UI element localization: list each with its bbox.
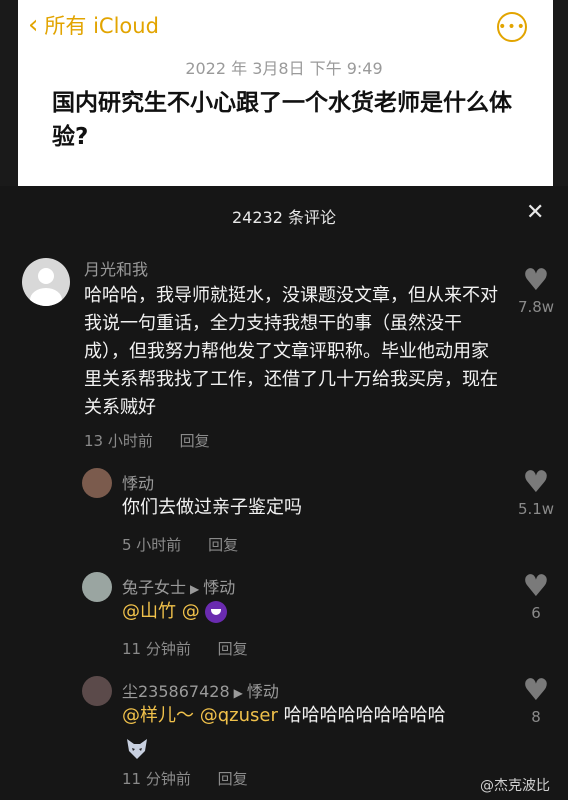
comments-panel: 24232 条评论 ✕ 月光和我 哈哈哈，我导师就挺水，没课题没文章，但从来不对… <box>0 188 568 800</box>
comment-text: 哈哈哈，我导师就挺水，没课题没文章，但从来不对我说一句重话，全力支持我想干的事（… <box>84 285 498 418</box>
chevron-left-icon: ‹ <box>28 10 39 40</box>
reply-author[interactable]: 尘235867428 <box>122 682 230 701</box>
avatar[interactable] <box>82 468 112 498</box>
back-button[interactable]: ‹ 所有 iCloud <box>28 10 159 40</box>
avatar[interactable] <box>22 258 70 306</box>
comment-author[interactable]: 月光和我 <box>84 256 148 280</box>
reply-author-line: 兔子女士 ▶ 悸动 <box>122 574 235 598</box>
mention-link[interactable]: @样儿～ <box>122 705 194 726</box>
heart-icon: ♥ <box>522 673 550 708</box>
reply-button[interactable]: 回复 <box>218 770 248 788</box>
reply-target[interactable]: 悸动 <box>247 682 279 701</box>
reply-time: 11 分钟前 <box>122 770 191 788</box>
like-button[interactable]: ♥ 7.8w <box>508 263 564 317</box>
reply-button[interactable]: 回复 <box>218 640 248 658</box>
back-label: 所有 iCloud <box>44 14 159 38</box>
reply-text: @样儿～ @qzuser 哈哈哈哈哈哈哈哈哈 <box>122 702 446 730</box>
reply-author-line: 尘235867428 ▶ 悸动 <box>122 678 279 702</box>
comment-time: 13 小时前 <box>84 432 153 450</box>
like-button[interactable]: ♥ 5.1w <box>508 465 564 519</box>
like-button[interactable]: ♥ 8 <box>508 673 564 727</box>
reply-button[interactable]: 回复 <box>180 432 210 450</box>
close-icon[interactable]: ✕ <box>526 200 544 225</box>
more-options-button[interactable]: ••• <box>497 12 527 42</box>
note-screenshot-area: ‹ 所有 iCloud ••• 2022 年 3月8日 下午 9:49 国内研究… <box>0 0 568 186</box>
like-count: 8 <box>531 708 541 726</box>
like-count: 7.8w <box>517 298 555 316</box>
like-button[interactable]: ♥ 6 <box>508 569 564 623</box>
reply-time: 5 小时前 <box>122 536 182 554</box>
mention-link[interactable]: @ <box>182 601 200 622</box>
like-count: 5.1w <box>517 500 555 518</box>
comment-meta: 13 小时前 回复 <box>84 430 210 451</box>
ellipsis-icon: ••• <box>498 19 526 35</box>
reply-author[interactable]: 悸动 <box>122 470 154 494</box>
reply-meta: 5 小时前 回复 <box>122 534 238 555</box>
reply-author[interactable]: 兔子女士 <box>122 578 186 597</box>
wolf-emoji-icon <box>127 739 147 759</box>
heart-icon: ♥ <box>522 465 550 500</box>
reply-button[interactable]: 回复 <box>208 536 238 554</box>
reply-meta: 11 分钟前 回复 <box>122 638 248 659</box>
reply-meta: 11 分钟前 回复 <box>122 768 248 789</box>
reply-text: 你们去做过亲子鉴定吗 <box>122 497 302 518</box>
like-count: 6 <box>531 604 541 622</box>
note-title: 国内研究生不小心跟了一个水货老师是什么体验? <box>52 90 512 150</box>
reply-text-body: 哈哈哈哈哈哈哈哈哈 <box>283 705 446 726</box>
watermark: @杰克波比 <box>480 778 550 794</box>
play-arrow-icon: ▶ <box>190 582 200 596</box>
avatar[interactable] <box>82 676 112 706</box>
note-date: 2022 年 3月8日 下午 9:49 <box>185 59 383 78</box>
heart-icon: ♥ <box>522 569 550 604</box>
play-arrow-icon: ▶ <box>233 686 243 700</box>
avatar[interactable] <box>82 572 112 602</box>
mention-link[interactable]: @山竹 <box>122 601 176 622</box>
comment-count: 24232 条评论 <box>232 208 336 227</box>
heart-icon: ♥ <box>522 263 550 298</box>
reply-time: 11 分钟前 <box>122 640 191 658</box>
devil-emoji-icon <box>205 601 228 623</box>
reply-text: @山竹 @ <box>122 598 228 626</box>
reply-target[interactable]: 悸动 <box>203 578 235 597</box>
mention-link[interactable]: @qzuser <box>200 705 278 726</box>
